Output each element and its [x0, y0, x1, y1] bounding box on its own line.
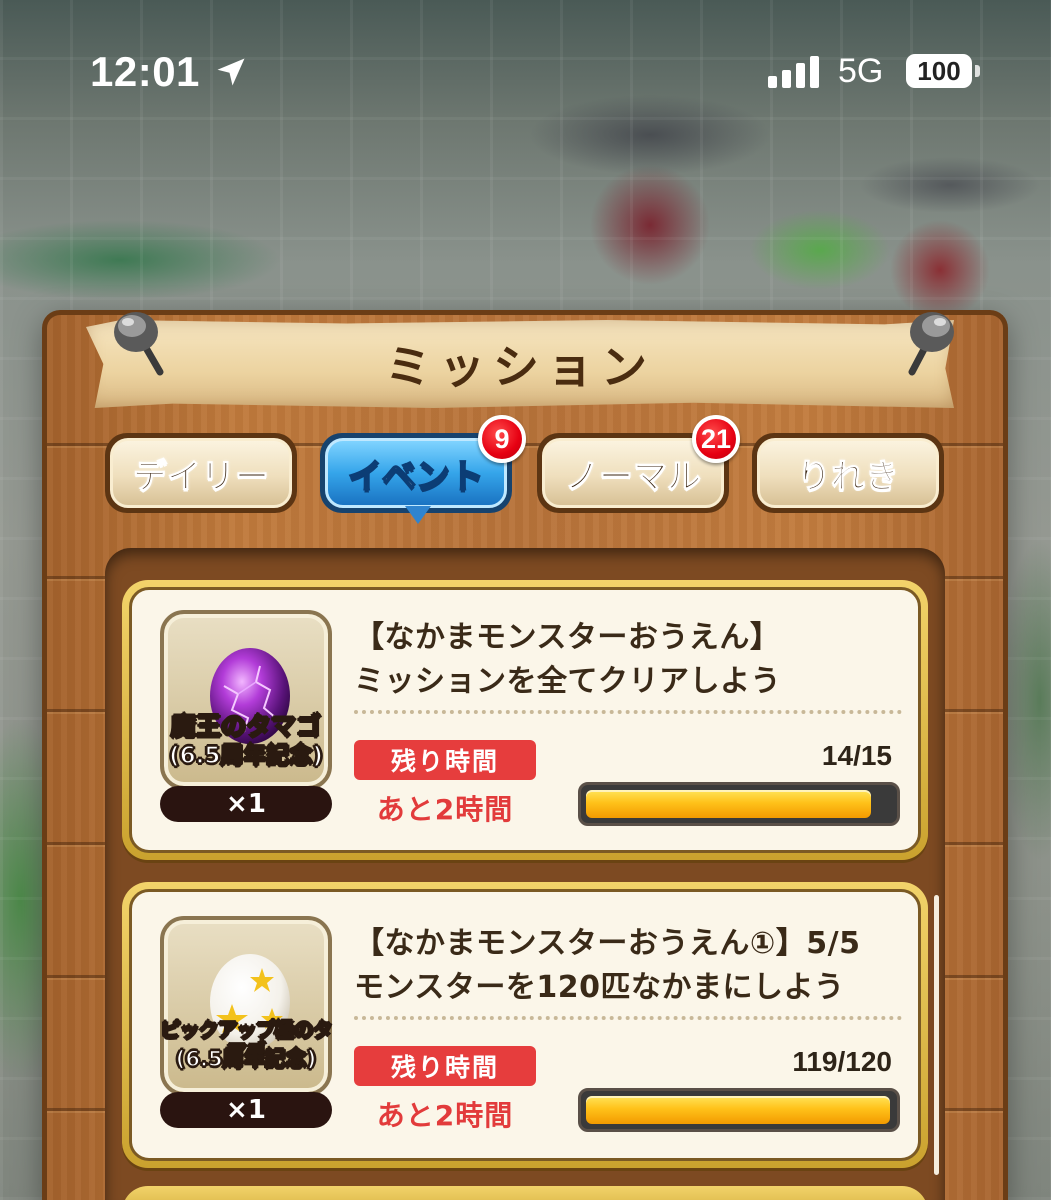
progress-count: 119/120: [792, 1046, 892, 1077]
normal-count-badge: 21: [692, 415, 740, 463]
cellular-signal-icon: [768, 56, 819, 88]
progress-bar-fill: [586, 790, 872, 818]
mission-title-line1: 【なかまモンスターおうえん①】5/5: [354, 926, 861, 961]
tab-label: りれき: [757, 438, 939, 508]
battery-level: 100: [917, 55, 961, 86]
status-time: 12:01: [90, 48, 200, 95]
mission-card-partial[interactable]: [122, 1186, 928, 1200]
scrollbar[interactable]: [934, 895, 939, 1175]
reward-item: ピックアップ極のタマゴ (6.5周年記念) ×1: [160, 916, 333, 1128]
mission-title: 【なかまモンスターおうえん①】5/5 モンスターを120匹なかまにしよう: [354, 922, 914, 1009]
remaining-time-value: あと2時間: [376, 1099, 514, 1132]
reward-item: 魔王のタマゴ (6.5周年記念) ×1: [160, 610, 332, 822]
mission-title-line1: 【なかまモンスターおうえん】: [354, 620, 781, 655]
progress-bar-fill: [586, 1096, 890, 1124]
tab-label: デイリー: [110, 438, 292, 508]
divider: [354, 710, 902, 714]
reward-quantity: ×1: [160, 786, 332, 822]
reward-name-sub: (6.5周年記念): [168, 743, 323, 769]
remaining-time-label: 残り時間: [354, 740, 536, 780]
reward-quantity: ×1: [160, 1092, 332, 1128]
remaining-time-value: あと2時間: [376, 793, 514, 826]
mission-title-line2: モンスターを120匹なかまにしよう: [354, 969, 845, 1005]
pin-icon: [114, 312, 164, 376]
progress-count: 14/15: [821, 740, 892, 771]
mission-card-body: ピックアップ極のタマゴ (6.5周年記念) ×1 【なかまモンスターおうえん①】…: [129, 889, 921, 1161]
tab-daily[interactable]: デイリー: [105, 433, 297, 513]
mission-title-line2: ミッションを全てクリアしよう: [354, 663, 781, 699]
reward-name-sub: (6.5周年記念): [175, 1047, 317, 1071]
progress-bar: [578, 1088, 900, 1132]
divider: [354, 1016, 902, 1020]
pin-icon: [908, 312, 954, 376]
reward-name: 魔王のタマゴ: [170, 712, 322, 741]
tab-history[interactable]: りれき: [752, 433, 944, 513]
remaining-time-label: 残り時間: [354, 1046, 536, 1086]
page-title: ミッション: [385, 340, 655, 394]
battery-tip: [975, 65, 980, 77]
progress-bar: [578, 782, 900, 826]
mission-card[interactable]: 魔王のタマゴ (6.5周年記念) ×1 【なかまモンスターおうえん】 ミッション…: [122, 580, 928, 860]
battery-icon: 100: [906, 54, 972, 88]
mission-title: 【なかまモンスターおうえん】 ミッションを全てクリアしよう: [354, 616, 914, 703]
status-bar: 12:01 5G 100: [0, 0, 1051, 140]
location-arrow-icon: [217, 58, 245, 86]
event-count-badge: 9: [478, 415, 526, 463]
mission-card[interactable]: ピックアップ極のタマゴ (6.5周年記念) ×1 【なかまモンスターおうえん①】…: [122, 882, 928, 1168]
network-type: 5G: [838, 52, 884, 90]
mission-card-body: 魔王のタマゴ (6.5周年記念) ×1 【なかまモンスターおうえん】 ミッション…: [129, 587, 921, 853]
